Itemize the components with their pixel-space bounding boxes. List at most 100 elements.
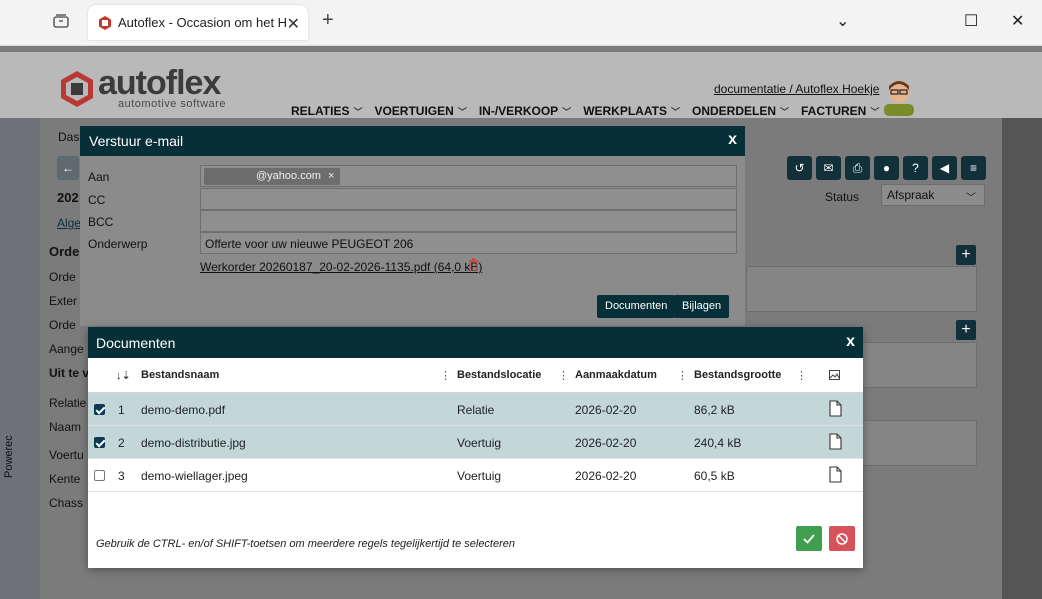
nav-relaties[interactable]: RELATIES ﹀ — [291, 104, 362, 118]
row-checkbox[interactable] — [94, 404, 105, 415]
attachments-button[interactable]: Bijlagen — [674, 295, 730, 318]
file-location: Voertuig — [457, 469, 502, 483]
field-label: Orde — [49, 318, 76, 332]
nav-label: VOERTUIGEN — [374, 104, 454, 118]
check-icon — [803, 533, 815, 544]
megaphone-icon[interactable]: ◀ — [932, 156, 957, 180]
file-date: 2026-02-20 — [575, 403, 637, 417]
file-date: 2026-02-20 — [575, 469, 637, 483]
column-menu-icon[interactable]: ⋮ — [677, 369, 688, 382]
add-button[interactable]: + — [956, 245, 976, 265]
cc-label: CC — [88, 193, 106, 207]
nav-label: WERKPLAATS — [583, 104, 667, 118]
tab-close-icon[interactable]: ✕ — [287, 14, 300, 34]
window-close-button[interactable]: ✕ — [1011, 11, 1024, 31]
chat-icon[interactable]: ● — [874, 156, 899, 180]
nav-voertuigen[interactable]: VOERTUIGEN ﹀ — [374, 104, 466, 118]
autoflex-logo-icon — [61, 71, 93, 107]
nav-in-verkoop[interactable]: IN-/VERKOOP ﹀ — [479, 104, 571, 118]
column-bestandsgrootte[interactable]: Bestandsgrootte — [694, 369, 781, 381]
subject-value: Offerte voor uw nieuwe PEUGEOT 206 — [205, 237, 414, 251]
print-icon[interactable]: ⎙ — [845, 156, 870, 180]
cancel-button[interactable] — [829, 526, 855, 551]
close-icon[interactable]: x — [728, 131, 737, 149]
image-preview-icon — [829, 370, 840, 380]
breadcrumb[interactable]: Das — [58, 130, 79, 144]
to-field[interactable]: @yahoo.com × — [200, 165, 737, 187]
nav-werkplaats[interactable]: WERKPLAATS ﹀ — [583, 104, 680, 118]
field-label: Naam — [49, 420, 82, 434]
bg-panel — [746, 266, 977, 312]
file-location: Voertuig — [457, 436, 502, 450]
autoflex-favicon-icon — [99, 15, 111, 30]
nav-onderdelen[interactable]: ONDERDELEN ﹀ — [692, 104, 789, 118]
file-icon[interactable] — [829, 400, 842, 417]
maximize-button[interactable]: ☐ — [964, 11, 978, 31]
bcc-label: BCC — [88, 215, 114, 229]
close-icon[interactable]: x — [846, 333, 855, 351]
documents-button[interactable]: Documenten — [597, 295, 676, 318]
column-bestandslocatie[interactable]: Bestandslocatie — [457, 369, 541, 381]
row-checkbox[interactable] — [94, 437, 105, 448]
nav-label: RELATIES — [291, 104, 350, 118]
email-dialog: Verstuur e-mail x Aan @yahoo.com × CC BC… — [80, 126, 745, 326]
table-row[interactable]: 3 demo-wiellager.jpeg Voertuig 2026-02-2… — [88, 459, 863, 492]
field-label: Kente — [49, 472, 81, 486]
table-row[interactable]: 2 demo-distributie.jpg Voertuig 2026-02-… — [88, 426, 863, 459]
attachment-link[interactable]: Werkorder 20260187_20-02-2026-1135.pdf (… — [200, 260, 482, 274]
column-menu-icon[interactable]: ⋮ — [796, 369, 807, 382]
sort-icon[interactable]: ↓⇣ — [116, 369, 131, 382]
cc-field[interactable] — [200, 188, 737, 210]
mail-icon[interactable]: ✉ — [816, 156, 841, 180]
bcc-field[interactable] — [200, 210, 737, 232]
recipient-chip[interactable]: @yahoo.com × — [204, 168, 341, 185]
help-icon[interactable]: ? — [903, 156, 928, 180]
side-label: Powerec — [3, 435, 15, 478]
browser-chrome: Autoflex - Occasion om het Hoekje ✕ + ⌄ … — [0, 0, 1042, 46]
column-menu-icon[interactable]: ⋮ — [440, 369, 451, 382]
status-select[interactable]: Afspraak ﹀ — [881, 184, 985, 206]
autoflex-logo[interactable]: autoflex automotive software — [58, 66, 226, 110]
confirm-button[interactable] — [796, 526, 822, 551]
chip-remove-icon[interactable]: × — [328, 170, 334, 182]
file-location: Relatie — [457, 403, 495, 417]
file-name: demo-distributie.jpg — [141, 436, 246, 450]
row-index: 3 — [118, 469, 125, 483]
user-avatar[interactable] — [880, 76, 918, 116]
field-label: Orde — [49, 270, 76, 284]
tab-algemeen[interactable]: Alge — [57, 216, 81, 230]
browser-tab[interactable]: Autoflex - Occasion om het Hoekje ✕ — [88, 5, 308, 40]
file-icon[interactable] — [829, 466, 842, 483]
table-row[interactable]: 1 demo-demo.pdf Relatie 2026-02-20 86,2 … — [88, 393, 863, 426]
column-menu-icon[interactable]: ⋮ — [558, 369, 569, 382]
column-aanmaakdatum[interactable]: Aanmaakdatum — [575, 369, 657, 381]
tab-list-icon[interactable] — [50, 10, 72, 32]
trash-icon[interactable] — [468, 258, 479, 274]
back-arrow-icon[interactable]: ← — [57, 156, 79, 180]
menu-icon[interactable]: ≡ — [961, 156, 986, 180]
file-icon[interactable] — [829, 433, 842, 450]
column-bestandsnaam[interactable]: Bestandsnaam — [141, 369, 219, 381]
new-tab-button[interactable]: + — [322, 9, 334, 32]
minimize-chevron-icon[interactable]: ⌄ — [836, 11, 849, 31]
table-header: ↓⇣ Bestandsnaam ⋮ Bestandslocatie ⋮ Aanm… — [88, 358, 863, 393]
subject-field[interactable]: Offerte voor uw nieuwe PEUGEOT 206 — [200, 232, 737, 254]
right-strip — [1002, 118, 1042, 599]
chevron-down-icon: ﹀ — [870, 106, 880, 117]
selection-hint: Gebruik de CTRL- en/of SHIFT-toetsen om … — [96, 538, 516, 550]
user-account-link[interactable]: documentatie / Autoflex Hoekje — [714, 82, 879, 96]
chevron-down-icon: ﹀ — [670, 106, 680, 117]
documents-dialog-header: Documenten x — [88, 327, 863, 358]
nav-facturen[interactable]: FACTUREN ﹀ — [801, 104, 879, 118]
row-index: 2 — [118, 436, 125, 450]
row-checkbox[interactable] — [94, 470, 105, 481]
email-dialog-header: Verstuur e-mail x — [80, 126, 745, 156]
chevron-down-icon: ﹀ — [353, 106, 363, 117]
file-name: demo-demo.pdf — [141, 403, 226, 417]
nav-label: IN-/VERKOOP — [478, 104, 559, 118]
history-icon[interactable]: ↺ — [787, 156, 812, 180]
file-date: 2026-02-20 — [575, 436, 637, 450]
left-strip: Powerec — [0, 118, 40, 599]
add-button[interactable]: + — [956, 320, 976, 340]
file-size: 60,5 kB — [694, 469, 735, 483]
